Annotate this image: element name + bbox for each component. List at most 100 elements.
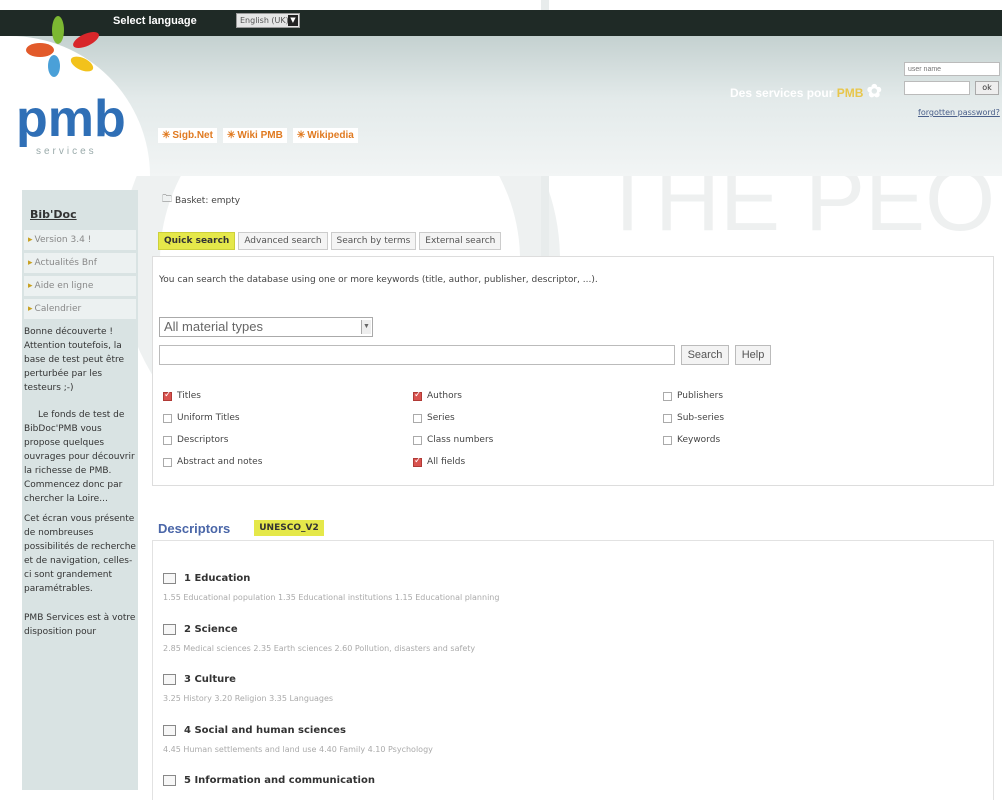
link-label: Wiki PMB: [237, 130, 283, 141]
tab-quick-search[interactable]: Quick search: [158, 232, 236, 250]
checkbox-box[interactable]: [413, 413, 422, 423]
tab-advanced-search[interactable]: Advanced search: [238, 232, 328, 250]
checkbox-label: Sub-series: [677, 413, 725, 423]
material-type-select[interactable]: All material types ▼: [159, 317, 373, 337]
checkbox-box[interactable]: [413, 456, 422, 467]
checkbox-keywords[interactable]: Keywords: [663, 435, 720, 445]
folder-icon: [163, 725, 176, 736]
checkbox-label: Class numbers: [427, 435, 494, 445]
category-science[interactable]: 2 Science 2.85 Medical sciences 2.35 Ear…: [163, 624, 475, 653]
descriptors-header: Descriptors UNESCO_V2: [158, 520, 324, 536]
tab-external-search[interactable]: External search: [419, 232, 502, 250]
category-subterms[interactable]: 3.25 History 3.20 Religion 3.35 Language…: [163, 694, 333, 703]
checkbox-box[interactable]: [663, 391, 672, 401]
thesaurus-tab[interactable]: UNESCO_V2: [254, 520, 324, 536]
checkbox-all-fields[interactable]: All fields: [413, 456, 466, 467]
tab-search-by-terms[interactable]: Search by terms: [330, 232, 417, 250]
link-sigbnet[interactable]: ✳ Sigb.Net: [158, 128, 217, 143]
checkbox-box[interactable]: [663, 435, 672, 445]
header-tagline: Des services pour PMB ✿: [730, 81, 882, 102]
checkbox-abstract[interactable]: Abstract and notes: [163, 457, 262, 467]
search-input[interactable]: [159, 345, 675, 365]
language-bar: Select language English (UK) ▼: [0, 10, 1002, 36]
link-wikipedia[interactable]: ✳ Wikipedia: [292, 128, 358, 143]
basket-status[interactable]: 🗀 Basket: empty: [162, 192, 240, 209]
password-input[interactable]: [904, 81, 970, 95]
checkbox-titles[interactable]: Titles: [163, 390, 201, 401]
folder-icon: [163, 573, 176, 584]
language-select[interactable]: English (UK) ▼: [236, 13, 300, 28]
dropdown-arrow-icon: ▼: [288, 15, 298, 26]
checkbox-class-numbers[interactable]: Class numbers: [413, 435, 493, 445]
checkbox-sub-series[interactable]: Sub-series: [663, 413, 724, 423]
bullet-icon: ▸: [28, 281, 33, 291]
checkbox-label: Titles: [177, 391, 201, 401]
forgot-password-link[interactable]: forgotten password?: [918, 108, 1000, 117]
sidebar-title[interactable]: Bib'Doc: [22, 190, 138, 227]
external-links: ✳ Sigb.Net ✳ Wiki PMB ✳ Wikipedia: [158, 128, 358, 143]
checkbox-label: Authors: [427, 391, 462, 401]
dropdown-arrow-icon: ▼: [361, 320, 371, 334]
sidebar-item-aide[interactable]: ▸ Aide en ligne: [24, 276, 136, 296]
sidebar: Bib'Doc ▸ Version 3.4 ! ▸ Actualités Bnf ▸…: [22, 190, 138, 790]
category-subterms[interactable]: 2.85 Medical sciences 2.35 Earth science…: [163, 644, 475, 653]
bullet-icon: ▸: [28, 304, 33, 314]
login-ok-button[interactable]: ok: [975, 81, 999, 95]
username-input[interactable]: [904, 62, 1000, 76]
material-type-value: All material types: [164, 319, 263, 334]
logo-subtext: services: [36, 146, 97, 157]
category-label[interactable]: 2 Science: [184, 624, 238, 635]
category-education[interactable]: 1 Education 1.55 Educational population …: [163, 573, 499, 602]
star-icon: ✳: [296, 130, 306, 141]
checkbox-authors[interactable]: Authors: [413, 390, 462, 401]
checkbox-label: Keywords: [677, 435, 721, 445]
category-label[interactable]: 4 Social and human sciences: [184, 725, 346, 736]
sidebar-item-label: Aide en ligne: [34, 281, 94, 291]
category-culture[interactable]: 3 Culture 3.25 History 3.20 Religion 3.3…: [163, 674, 333, 703]
category-label[interactable]: 1 Education: [184, 573, 250, 584]
checkbox-label: Descriptors: [177, 435, 229, 445]
checkbox-series[interactable]: Series: [413, 413, 455, 423]
help-button[interactable]: Help: [735, 345, 771, 365]
descriptors-panel: 1 Education 1.55 Educational population …: [152, 540, 994, 800]
category-subterms[interactable]: 1.55 Educational population 1.35 Educati…: [163, 593, 499, 602]
link-wiki-pmb[interactable]: ✳ Wiki PMB: [222, 128, 287, 143]
sidebar-item-label: Calendrier: [34, 304, 82, 314]
search-tabs: Quick search Advanced search Search by t…: [158, 232, 502, 250]
search-button[interactable]: Search: [681, 345, 729, 365]
sidebar-item-label: Version 3.4 !: [34, 235, 92, 245]
language-value: English (UK): [240, 16, 289, 25]
star-icon: ✳: [226, 130, 236, 141]
category-information-communication[interactable]: 5 Information and communication: [163, 775, 375, 786]
checkbox-box[interactable]: [163, 390, 172, 401]
sidebar-item-calendrier[interactable]: ▸ Calendrier: [24, 299, 136, 319]
sidebar-item-version[interactable]: ▸ Version 3.4 !: [24, 230, 136, 250]
checkbox-label: Publishers: [677, 391, 724, 401]
header-banner: [0, 36, 1002, 176]
checkbox-label: All fields: [427, 457, 466, 467]
checkbox-box[interactable]: [663, 413, 672, 423]
descriptors-title: Descriptors: [158, 520, 231, 536]
checkbox-box[interactable]: [163, 435, 172, 445]
link-label: Wikipedia: [307, 130, 354, 141]
folder-icon: [163, 775, 176, 786]
logo-text: pmb: [16, 90, 124, 148]
flower-icon: ✿: [866, 81, 882, 101]
checkbox-descriptors[interactable]: Descriptors: [163, 435, 228, 445]
sidebar-paragraph: PMB Services est à votre disposition pou…: [24, 613, 136, 637]
sidebar-item-label: Actualités Bnf: [34, 258, 97, 268]
sidebar-paragraph: Cet écran vous présente de nombreuses po…: [24, 514, 136, 594]
category-label[interactable]: 5 Information and communication: [184, 775, 375, 786]
checkbox-box[interactable]: [413, 390, 422, 401]
checkbox-box[interactable]: [163, 457, 172, 467]
folder-icon: [163, 624, 176, 635]
checkbox-box[interactable]: [413, 435, 422, 445]
checkbox-label: Uniform Titles: [177, 413, 240, 423]
checkbox-publishers[interactable]: Publishers: [663, 391, 723, 401]
category-social-human-sciences[interactable]: 4 Social and human sciences 4.45 Human s…: [163, 725, 433, 754]
category-label[interactable]: 3 Culture: [184, 674, 236, 685]
checkbox-box[interactable]: [163, 413, 172, 423]
category-subterms[interactable]: 4.45 Human settlements and land use 4.40…: [163, 745, 433, 754]
sidebar-item-actualites[interactable]: ▸ Actualités Bnf: [24, 253, 136, 273]
checkbox-uniform-titles[interactable]: Uniform Titles: [163, 413, 240, 423]
